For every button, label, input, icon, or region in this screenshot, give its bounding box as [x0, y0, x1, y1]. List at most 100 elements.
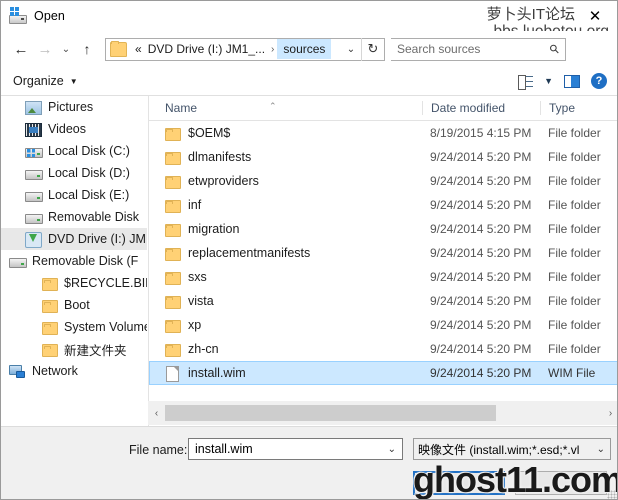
preview-pane-icon[interactable]	[564, 74, 580, 88]
horizontal-scroll-thumb[interactable]	[165, 405, 496, 421]
file-name-label: File name:	[129, 443, 188, 457]
file-name-text: zh-cn	[188, 342, 219, 356]
file-type-cell: File folder	[548, 198, 601, 212]
scroll-left-icon[interactable]: ‹	[148, 401, 165, 425]
drive-icon	[25, 209, 43, 225]
file-name-input[interactable]: install.wim ⌄	[188, 438, 403, 460]
sidebar-item-label: $RECYCLE.BIN	[64, 276, 147, 290]
chevron-down-icon[interactable]: ⌄	[341, 44, 361, 55]
file-list-horizontal-scrollbar[interactable]: ‹ ›	[148, 401, 617, 425]
file-date-cell: 9/24/2014 5:20 PM	[430, 174, 532, 188]
forward-icon[interactable]: →	[33, 37, 57, 61]
file-type-cell: File folder	[548, 222, 601, 236]
title-bar: Open ✕	[1, 1, 617, 31]
breadcrumb-current[interactable]: sources	[277, 39, 332, 59]
file-name-cell: etwproviders	[149, 174, 422, 189]
folder-icon	[165, 126, 181, 141]
sidebar-item[interactable]: Local Disk (D:)	[1, 162, 147, 184]
sidebar-item[interactable]: 新建文件夹	[1, 338, 147, 360]
drive-icon	[9, 253, 27, 269]
file-name-text: install.wim	[188, 366, 246, 380]
chevron-down-icon[interactable]: ▼	[544, 76, 553, 86]
file-type-cell: File folder	[548, 126, 601, 140]
sidebar-item[interactable]: Boot	[1, 294, 147, 316]
change-view-icon[interactable]	[518, 74, 534, 90]
table-row[interactable]: zh-cn 9/24/2014 5:20 PM File folder	[149, 337, 617, 361]
chevron-down-icon[interactable]: ⌄	[597, 444, 605, 455]
sidebar-item[interactable]: DVD Drive (I:) JM	[1, 228, 147, 250]
sidebar-item[interactable]: Removable Disk	[1, 206, 147, 228]
search-icon: ⚲	[546, 40, 563, 58]
folder-icon	[41, 275, 58, 291]
file-type-filter-select[interactable]: 映像文件 (install.wim;*.esd;*.vl ⌄	[413, 438, 611, 460]
folder-icon	[165, 198, 181, 213]
column-header-name-label: Name	[165, 101, 198, 115]
file-name-cell: inf	[149, 198, 422, 213]
file-date-cell: 9/24/2014 5:20 PM	[430, 294, 532, 308]
search-box[interactable]: Search sources ⚲	[391, 37, 566, 61]
table-row[interactable]: inf 9/24/2014 5:20 PM File folder	[149, 193, 617, 217]
table-row[interactable]: etwproviders 9/24/2014 5:20 PM File folder	[149, 169, 617, 193]
resize-grip[interactable]	[607, 490, 617, 499]
help-icon[interactable]: ?	[591, 73, 607, 89]
file-date-cell: 9/24/2014 5:20 PM	[430, 198, 532, 212]
close-icon[interactable]: ✕	[573, 1, 617, 31]
file-name-cell: xp	[149, 318, 422, 333]
search-input[interactable]: Search sources	[397, 42, 480, 56]
folder-icon	[41, 341, 58, 357]
file-name-text: migration	[188, 222, 240, 236]
file-type-filter-value: 映像文件 (install.wim;*.esd;*.vl	[418, 442, 580, 457]
sidebar-item-label: Removable Disk	[48, 210, 140, 224]
sidebar-item[interactable]: Network	[1, 360, 147, 382]
windows-drive-icon	[9, 7, 27, 25]
local-disk-c-icon	[25, 143, 43, 159]
folder-icon	[165, 342, 181, 357]
address-bar[interactable]: « DVD Drive (I:) JM1_... › sources ⌄ ↻	[105, 37, 385, 61]
chevron-down-icon[interactable]: ⌄	[388, 444, 396, 455]
recent-locations-icon[interactable]: ⌄	[57, 37, 75, 61]
sidebar-item[interactable]: Videos	[1, 118, 147, 140]
sidebar-item[interactable]: Local Disk (E:)	[1, 184, 147, 206]
table-row[interactable]: replacementmanifests 9/24/2014 5:20 PM Fil…	[149, 241, 617, 265]
column-header-type[interactable]: Type	[540, 101, 617, 115]
sidebar-item[interactable]: System Volume I	[1, 316, 147, 338]
sidebar-item-label: Local Disk (D:)	[48, 166, 130, 180]
back-icon[interactable]: ←	[9, 37, 33, 61]
scroll-right-icon[interactable]: ›	[602, 401, 617, 425]
organize-label: Organize	[13, 74, 64, 88]
cancel-button[interactable]: Cancel	[515, 471, 607, 495]
table-row[interactable]: install.wim 9/24/2014 5:20 PM WIM File	[149, 361, 617, 385]
folder-icon	[165, 246, 181, 261]
drive-icon	[25, 165, 43, 181]
table-row[interactable]: $OEM$ 8/19/2015 4:15 PM File folder	[149, 121, 617, 145]
file-name-text: replacementmanifests	[188, 246, 311, 260]
breadcrumb-prefix[interactable]: «	[132, 40, 145, 58]
file-name-value: install.wim	[195, 442, 253, 456]
sidebar-item-label: Videos	[48, 122, 86, 136]
sidebar-item[interactable]: $RECYCLE.BIN	[1, 272, 147, 294]
refresh-icon[interactable]: ↻	[361, 37, 384, 61]
table-row[interactable]: vista 9/24/2014 5:20 PM File folder	[149, 289, 617, 313]
table-row[interactable]: migration 9/24/2014 5:20 PM File folder	[149, 217, 617, 241]
up-icon[interactable]: ↑	[75, 37, 99, 61]
folder-icon	[41, 297, 58, 313]
sidebar-item[interactable]: Pictures	[1, 96, 147, 118]
open-button[interactable]: Open	[413, 471, 505, 495]
table-row[interactable]: sxs 9/24/2014 5:20 PM File folder	[149, 265, 617, 289]
breadcrumb-parent[interactable]: DVD Drive (I:) JM1_...	[145, 40, 268, 58]
table-row[interactable]: xp 9/24/2014 5:20 PM File folder	[149, 313, 617, 337]
column-header-date[interactable]: Date modified	[422, 101, 540, 115]
folder-icon	[165, 150, 181, 165]
videos-icon	[25, 121, 42, 137]
navigation-bar: ← → ⌄ ↑ « DVD Drive (I:) JM1_... › sourc…	[1, 31, 617, 67]
file-rows-container: $OEM$ 8/19/2015 4:15 PM File folder dlmanif…	[149, 121, 617, 385]
column-header-name[interactable]: Name ⌃	[149, 101, 422, 115]
file-type-cell: File folder	[548, 150, 601, 164]
file-type-cell: File folder	[548, 270, 601, 284]
sidebar-item[interactable]: Local Disk (C:)	[1, 140, 147, 162]
sidebar-item[interactable]: Removable Disk (F	[1, 250, 147, 272]
table-row[interactable]: dlmanifests 9/24/2014 5:20 PM File folder	[149, 145, 617, 169]
organize-button[interactable]: Organize ▼	[13, 74, 78, 88]
file-name-text: sxs	[188, 270, 207, 284]
breadcrumb-separator: ›	[271, 43, 275, 55]
